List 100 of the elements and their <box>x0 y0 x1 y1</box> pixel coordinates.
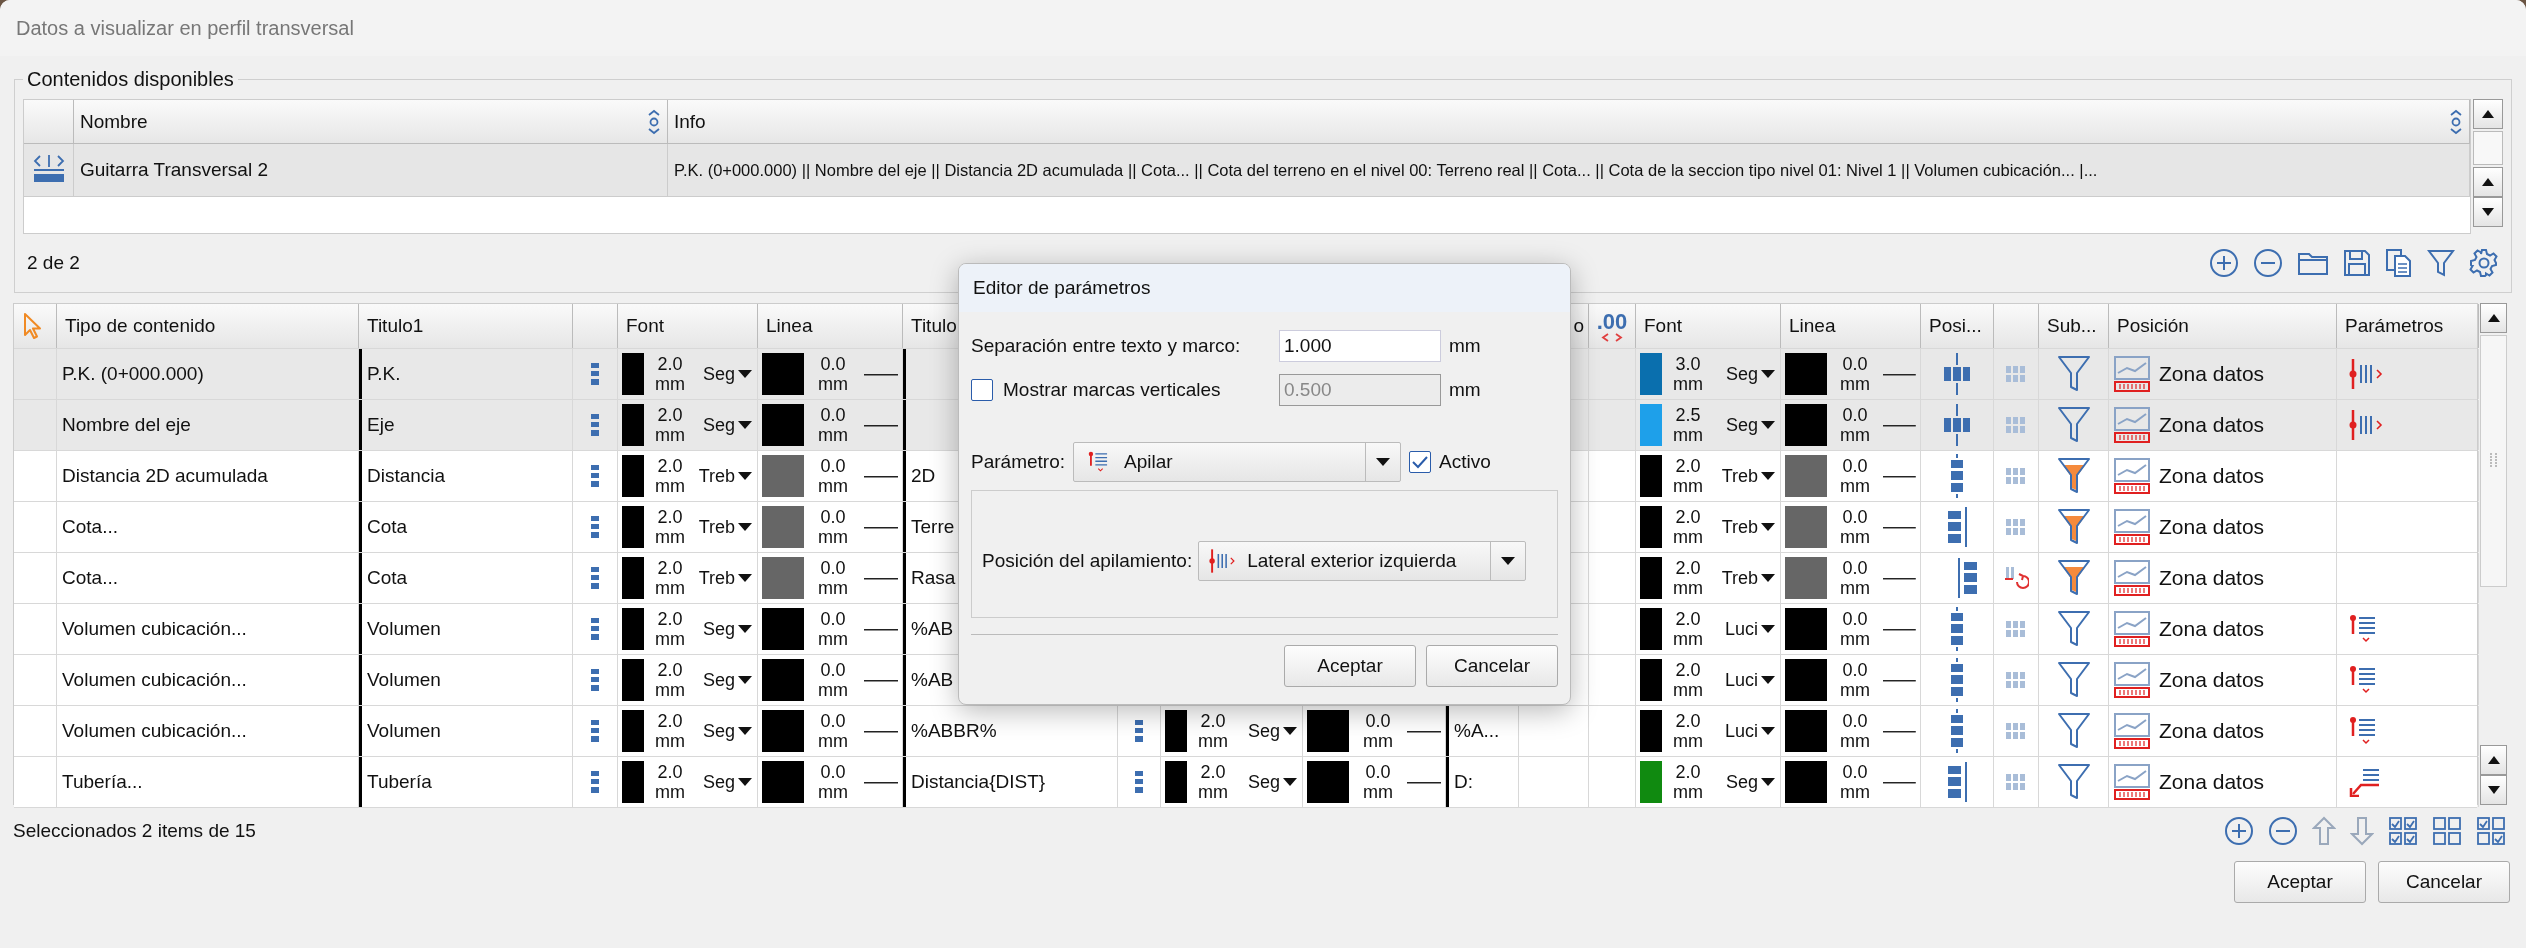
size-value: 2.0 <box>657 711 683 731</box>
unit-label: mm <box>1840 476 1871 496</box>
width-value: 0.0 <box>820 711 846 731</box>
field-label: Separación entre texto y marco: <box>971 335 1242 357</box>
size-value: 2.0 <box>1675 507 1701 527</box>
width-value: 0.0 <box>820 762 846 782</box>
unit-label: mm <box>1840 374 1871 394</box>
zone-label: Zona datos <box>2159 413 2265 437</box>
unit-label: mm <box>655 476 685 496</box>
width-value: 0.0 <box>820 660 846 680</box>
table-cell: Nombre del eje <box>57 400 359 450</box>
unit-label: mm <box>818 680 848 700</box>
unit-label: mm <box>655 629 685 649</box>
window-title: Datos a visualizar en perfil transversal <box>16 16 354 40</box>
table-cell: D: <box>1446 757 1519 807</box>
zone-label: Zona datos <box>2159 668 2265 692</box>
size-value: 2.0 <box>1200 711 1226 731</box>
size-value: 2.0 <box>1675 762 1701 782</box>
table-cell: P.K. (0+000.000) <box>57 349 359 399</box>
width-value: 0.0 <box>1842 609 1868 629</box>
width-value: 0.0 <box>1365 762 1391 782</box>
unit-label: mm <box>655 782 685 802</box>
unit-label: mm <box>1673 782 1703 802</box>
unit-label: mm <box>1673 476 1703 496</box>
unit-label: mm <box>655 578 685 598</box>
unit-label: mm <box>1673 527 1703 547</box>
unit-label: mm <box>1840 578 1871 598</box>
unit-label: mm <box>655 374 685 394</box>
table-cell: Volumen cubicación... <box>57 604 359 654</box>
width-value: 0.0 <box>820 609 846 629</box>
unit-label: mm <box>818 527 848 547</box>
unit-label: mm <box>1673 629 1703 649</box>
zone-label: Zona datos <box>2159 770 2265 794</box>
table-cell: Volumen cubicación... <box>57 655 359 705</box>
width-value: 0.0 <box>1842 711 1868 731</box>
unit-label: mm <box>1673 374 1703 394</box>
unit-label: mm <box>1363 731 1393 751</box>
zone-label: Zona datos <box>2159 566 2265 590</box>
size-value: 2.0 <box>657 558 683 578</box>
unit-label: mm <box>1673 578 1703 598</box>
unit-label: mm <box>1449 335 1481 357</box>
width-value: 0.0 <box>1842 507 1868 527</box>
size-value: 2.0 <box>657 507 683 527</box>
unit-label: mm <box>818 425 848 445</box>
size-value: 2.0 <box>657 762 683 782</box>
unit-label: mm <box>1840 731 1871 751</box>
unit-label: mm <box>818 374 848 394</box>
unit-label: mm <box>818 782 848 802</box>
unit-label: mm <box>818 476 848 496</box>
zone-label: Zona datos <box>2159 362 2265 386</box>
width-value: 0.0 <box>1842 762 1868 782</box>
selection-status: Seleccionados 2 items de 15 <box>13 820 256 842</box>
field-label: Parámetro: <box>971 451 1065 473</box>
unit-label: mm <box>818 629 848 649</box>
unit-label: mm <box>1198 731 1228 751</box>
unit-label: mm <box>818 731 848 751</box>
table-cell: Cota... <box>57 502 359 552</box>
group-title: Contenidos disponibles <box>26 68 235 91</box>
checkbox-label: Activo <box>1439 451 1491 473</box>
table-cell: Distancia{DIST} <box>903 757 1118 807</box>
table-cell: Cota... <box>57 553 359 603</box>
unit-label: mm <box>1840 629 1871 649</box>
size-value: 2.0 <box>657 660 683 680</box>
size-value: 2.0 <box>1675 660 1701 680</box>
table-cell: Distancia 2D acumulada <box>57 451 359 501</box>
width-value: 0.0 <box>820 456 846 476</box>
zone-label: Zona datos <box>2159 617 2265 641</box>
size-value: 2.0 <box>1675 558 1701 578</box>
unit-label: mm <box>1840 782 1871 802</box>
size-value: 3.0 <box>1675 354 1701 374</box>
size-value: 2.0 <box>657 354 683 374</box>
zone-label: Zona datos <box>2159 719 2265 743</box>
unit-label: mm <box>655 731 685 751</box>
item-count: 2 de 2 <box>27 252 80 274</box>
size-value: 2.0 <box>1675 609 1701 629</box>
unit-label: mm <box>1840 680 1871 700</box>
size-value: 2.5 <box>1675 405 1701 425</box>
table-cell: Tubería <box>359 757 573 807</box>
width-value: 0.0 <box>1842 558 1868 578</box>
size-value: 2.0 <box>657 405 683 425</box>
size-value: 2.0 <box>657 456 683 476</box>
unit-label: mm <box>655 527 685 547</box>
size-value: 2.0 <box>1200 762 1226 782</box>
unit-label: mm <box>1673 425 1703 445</box>
width-value: 0.0 <box>1842 660 1868 680</box>
unit-label: mm <box>1673 731 1703 751</box>
size-value: 2.0 <box>657 609 683 629</box>
size-value: 2.0 <box>1675 456 1701 476</box>
unit-label: mm <box>655 680 685 700</box>
width-value: 0.0 <box>1842 405 1868 425</box>
width-value: 0.0 <box>1842 354 1868 374</box>
unit-label: mm <box>655 425 685 445</box>
dialog-title: Editor de parámetros <box>973 277 1151 299</box>
table-cell: Volumen cubicación... <box>57 706 359 756</box>
table-cell: Tubería... <box>57 757 359 807</box>
zone-label: Zona datos <box>2159 515 2265 539</box>
unit-label: mm <box>1673 680 1703 700</box>
zone-label: Zona datos <box>2159 464 2265 488</box>
width-value: 0.0 <box>820 354 846 374</box>
unit-label: mm <box>1198 782 1228 802</box>
